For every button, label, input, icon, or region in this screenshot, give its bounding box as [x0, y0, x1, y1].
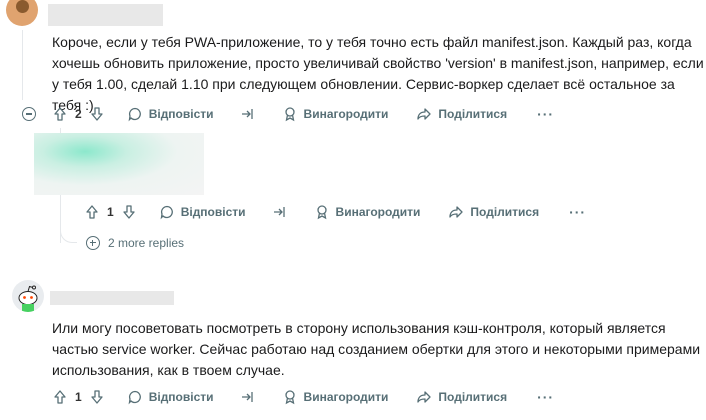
award-button[interactable]: Винагородити	[314, 204, 421, 220]
more-button[interactable]: ···	[569, 204, 586, 220]
vote-count: 1	[75, 390, 82, 404]
share-icon	[416, 389, 432, 405]
award-button[interactable]: Винагородити	[282, 389, 389, 405]
downvote-icon[interactable]	[89, 106, 105, 122]
more-replies-label: 2 more replies	[108, 236, 185, 250]
downvote-icon[interactable]	[121, 204, 137, 220]
share-label: Поділитися	[438, 390, 508, 404]
crosspost-button[interactable]	[240, 389, 256, 405]
swap-icon	[240, 389, 256, 405]
comment-actions: 1 Відповісти Винагородити Поділитися ···	[84, 200, 586, 224]
thread-line-curve	[60, 228, 77, 243]
comment-blurred-content	[34, 133, 204, 195]
expand-icon	[86, 236, 100, 250]
reply-button[interactable]: Відповісти	[127, 389, 214, 405]
share-icon	[416, 106, 432, 122]
comment-icon	[127, 106, 143, 122]
reply-label: Відповісти	[180, 205, 246, 219]
share-icon	[448, 204, 464, 220]
share-button[interactable]: Поділитися	[416, 106, 507, 122]
more-replies-button[interactable]: 2 more replies	[86, 236, 184, 250]
crosspost-button[interactable]	[240, 106, 256, 122]
collapse-icon[interactable]	[22, 107, 36, 121]
swap-icon	[272, 204, 288, 220]
award-label: Винагородити	[335, 205, 421, 219]
more-button[interactable]: ···	[537, 389, 554, 405]
more-icon: ···	[569, 204, 587, 220]
more-button[interactable]: ···	[537, 106, 554, 122]
more-icon: ···	[537, 389, 555, 405]
award-label: Винагородити	[303, 107, 389, 121]
award-icon	[282, 106, 298, 122]
award-icon	[282, 389, 298, 405]
avatar[interactable]	[12, 280, 44, 312]
comment-text: Или могу посоветовать посмотреть в сторо…	[52, 320, 701, 378]
comment-body: Или могу посоветовать посмотреть в сторо…	[52, 318, 706, 381]
username-blurred[interactable]	[48, 4, 163, 26]
vote-group: 1	[84, 204, 137, 220]
avatar[interactable]	[6, 0, 38, 26]
upvote-icon[interactable]	[52, 106, 68, 122]
reply-button[interactable]: Відповісти	[127, 106, 214, 122]
award-icon	[314, 204, 330, 220]
share-label: Поділитися	[470, 205, 540, 219]
comment-icon	[159, 204, 175, 220]
award-label: Винагородити	[303, 390, 389, 404]
vote-group: 1	[52, 389, 105, 405]
share-label: Поділитися	[438, 107, 508, 121]
more-icon: ···	[537, 106, 555, 122]
share-button[interactable]: Поділитися	[416, 389, 507, 405]
vote-count: 2	[75, 107, 82, 121]
username-blurred[interactable]	[50, 291, 174, 305]
share-button[interactable]: Поділитися	[448, 204, 539, 220]
upvote-icon[interactable]	[84, 204, 100, 220]
reply-label: Відповісти	[148, 107, 214, 121]
crosspost-button[interactable]	[272, 204, 288, 220]
upvote-icon[interactable]	[52, 389, 68, 405]
vote-group: 2	[52, 106, 105, 122]
reply-label: Відповісти	[148, 390, 214, 404]
reply-button[interactable]: Відповісти	[159, 204, 246, 220]
comment-icon	[127, 389, 143, 405]
thread-line	[22, 30, 23, 100]
swap-icon	[240, 106, 256, 122]
award-button[interactable]: Винагородити	[282, 106, 389, 122]
vote-count: 1	[107, 205, 114, 219]
downvote-icon[interactable]	[89, 389, 105, 405]
comment-actions: 2 Відповісти Винагородити Поділитися ···	[22, 102, 554, 126]
comment-actions: 1 Відповісти Винагородити Поділитися ···	[52, 385, 554, 409]
